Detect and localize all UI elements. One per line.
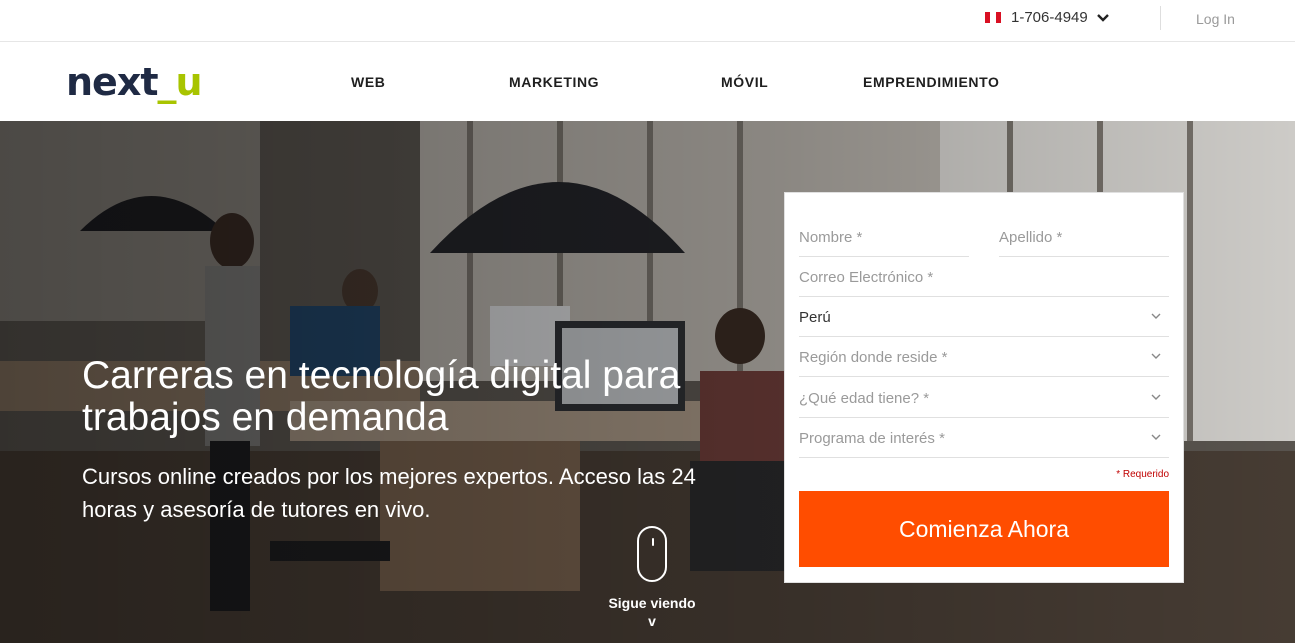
country-select[interactable]: Perú (799, 297, 1169, 337)
required-note: * Requerido (1116, 469, 1169, 480)
hero-headline: Carreras en tecnología digital para trab… (82, 354, 681, 439)
hero-section: Carreras en tecnología digital para trab… (0, 121, 1295, 643)
scroll-hint-label: Sigue viendo (608, 595, 696, 611)
nav-item-marketing[interactable]: MARKETING (509, 74, 599, 90)
divider (1160, 6, 1161, 30)
region-placeholder: Región donde reside * (799, 349, 948, 366)
top-bar: 1-706-4949 Log In (0, 0, 1295, 42)
nombre-placeholder: Nombre * (799, 229, 863, 246)
hero-subhead: Cursos online creados por los mejores ex… (82, 464, 696, 522)
email-placeholder: Correo Electrónico * (799, 269, 934, 286)
country-value: Perú (799, 309, 831, 326)
age-placeholder: ¿Qué edad tiene? * (799, 390, 930, 407)
scroll-hint-arrow: v (648, 613, 656, 629)
chevron-down-icon (1096, 13, 1109, 22)
signup-form: Nombre * Apellido * Correo Electrónico *… (784, 192, 1184, 583)
age-select[interactable]: ¿Qué edad tiene? * (799, 378, 1169, 418)
apellido-placeholder: Apellido * (999, 229, 1063, 246)
program-placeholder: Programa de interés * (799, 430, 945, 447)
program-select[interactable]: Programa de interés * (799, 418, 1169, 458)
phone-selector[interactable]: 1-706-4949 (985, 9, 1110, 26)
main-nav: next_u WEB MARKETING MÓVIL EMPRENDIMIENT… (0, 43, 1295, 121)
chevron-down-icon (1151, 313, 1161, 319)
start-now-button[interactable]: Comienza Ahora (799, 491, 1169, 567)
nav-item-web[interactable]: WEB (351, 74, 385, 90)
region-select[interactable]: Región donde reside * (799, 337, 1169, 377)
nav-item-movil[interactable]: MÓVIL (721, 74, 768, 90)
email-field[interactable]: Correo Electrónico * (799, 257, 1169, 297)
apellido-field[interactable]: Apellido * (999, 217, 1169, 257)
phone-number: 1-706-4949 (1011, 9, 1088, 26)
nombre-field[interactable]: Nombre * (799, 217, 969, 257)
chevron-down-icon (1151, 353, 1161, 359)
peru-flag-icon (985, 12, 1001, 23)
chevron-down-icon (1151, 434, 1161, 440)
nav-item-emprendimiento[interactable]: EMPRENDIMIENTO (863, 74, 1000, 90)
logo-text: next (66, 60, 159, 104)
mouse-icon (637, 526, 667, 582)
logo-separator: _ (157, 60, 177, 104)
scroll-hint[interactable]: Sigue viendo v (600, 526, 704, 629)
chevron-down-icon (1151, 394, 1161, 400)
logo[interactable]: next_u (66, 60, 203, 104)
login-link[interactable]: Log In (1196, 11, 1235, 27)
logo-accent: u (175, 60, 203, 104)
